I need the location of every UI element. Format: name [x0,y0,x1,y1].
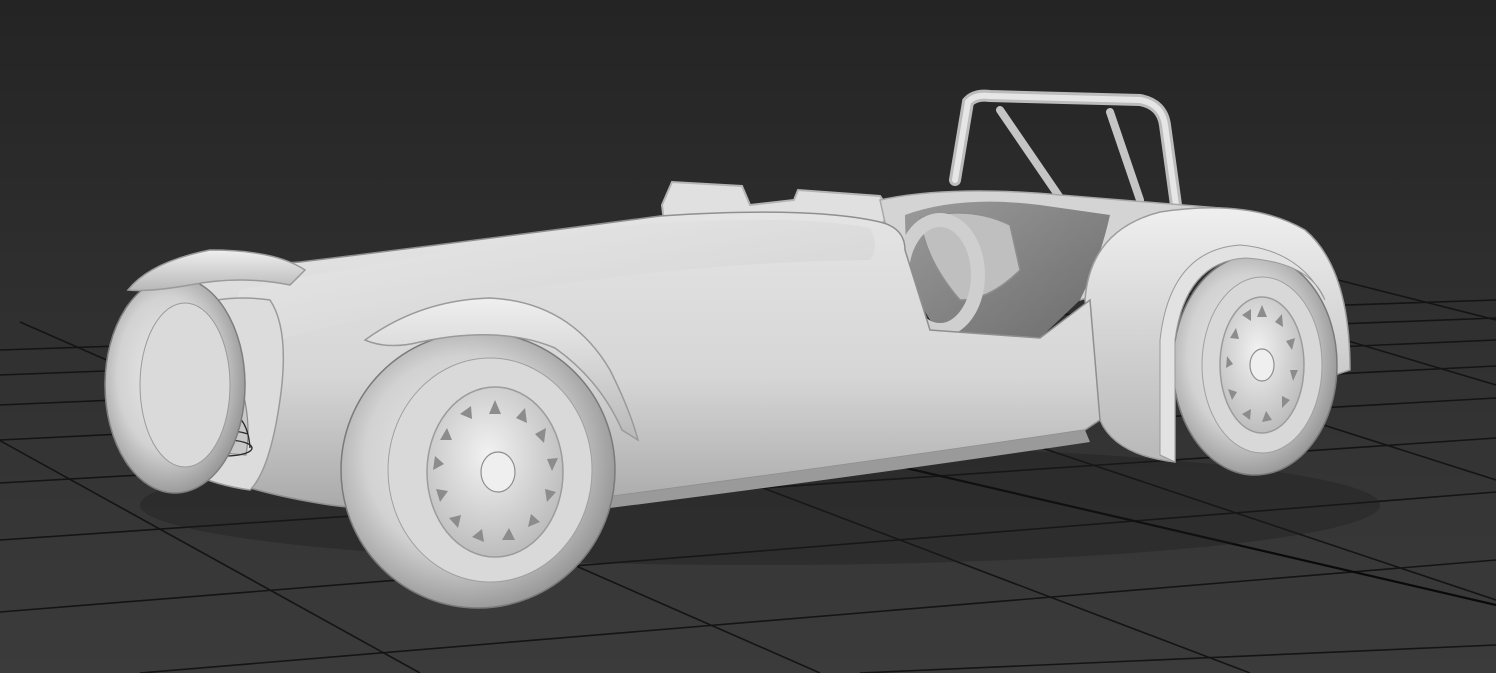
rear-wheel[interactable] [1172,254,1338,476]
front-wheel-hub [480,451,516,493]
left-front-wheel[interactable] [104,276,246,494]
viewport-canvas[interactable] [0,0,1496,673]
roll-bar[interactable] [949,89,1182,211]
rear-wheel-hub [1249,348,1275,382]
3d-viewport[interactable] [0,0,1496,673]
front-wheel[interactable] [340,331,616,609]
